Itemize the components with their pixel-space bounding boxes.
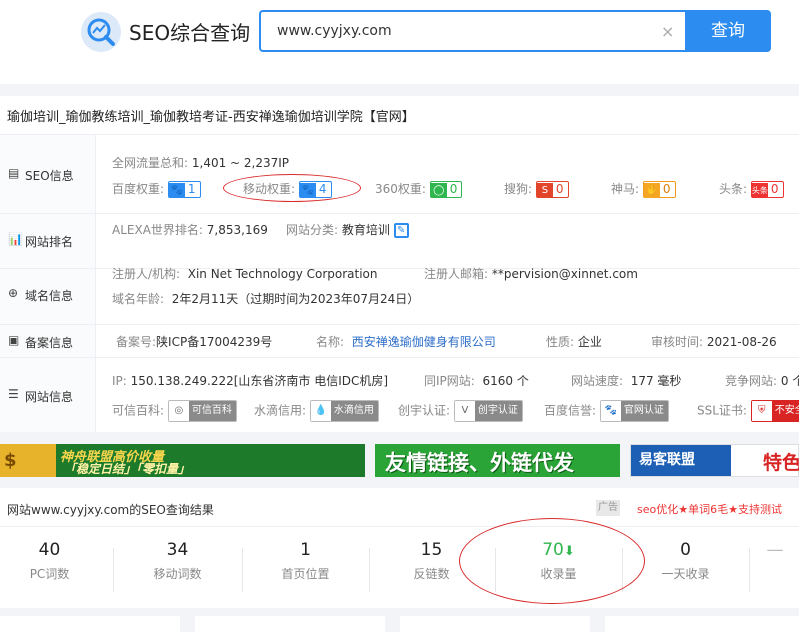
baidu-weight[interactable]: 百度权重: 🐾 1 [112,180,201,198]
shenma-weight[interactable]: 神马: ✋ 0 [611,180,676,198]
seal-icon: ◎ [168,401,189,421]
stat-mobile-words[interactable]: 34 移动词数 [116,540,239,582]
registrant-email: 注册人邮箱: **pervision@xinnet.com [424,267,638,281]
icp-nature: 性质: 企业 [546,335,602,349]
ad-banner-links[interactable]: 友情链接、外链代发 [375,444,620,477]
register-icon: ▣ [8,333,20,347]
www-icon: ⊕ [8,286,19,300]
kexin-badge: ◎ 可信百科 [167,400,237,422]
cert-shuidi[interactable]: 水滴信用: 💧 水滴信用 [254,400,379,422]
registrant: 注册人/机构: Xin Net Technology Corporation [112,267,378,281]
search-input-value: www.cyyjxy.com [277,23,392,39]
site-speed: 网站速度: 177 毫秒 [571,374,682,388]
divider [0,134,799,135]
logo-text: SEO综合查询 [129,21,251,45]
ad-tag: 广告 [596,500,620,516]
stat-pc-words[interactable]: 40 PC词数 [0,540,111,582]
shenma-badge: ✋ 0 [642,181,676,198]
ad-banner-yike[interactable]: 易客联盟 特色 [630,444,799,477]
shuidi-badge: 💧 水滴信用 [309,400,379,422]
paw-icon: 🐾 [600,401,621,421]
baidu-cert-badge: 🐾 官网认证 [599,400,669,422]
360-badge: ◯ 0 [429,181,463,198]
seo-info-heading: ▤ SEO信息 [0,135,96,213]
header: SEO综合查询 www.cyyjxy.com × 查询 [0,0,799,84]
next-section-preview [0,616,799,632]
icp-audit-time: 审核时间: 2021-08-26 [651,335,777,349]
chuangyu-badge: V 创宇认证 [453,400,523,422]
ranking-heading: 📊 网站排名 [0,214,96,268]
sogou-icon: S [536,183,553,198]
360-icon: ◯ [430,183,447,198]
stat-home-position[interactable]: 1 首页位置 [244,540,367,582]
ip-info: IP: 150.138.249.222[山东省济南市 电信IDC机房] [112,374,389,388]
traffic-total: 全网流量总和: 1,401 ~ 2,237IP [112,156,290,170]
domain-heading: ⊕ 域名信息 [0,269,96,324]
sogou-weight[interactable]: 搜狗: S0 [504,180,569,198]
baidu-paw-badge: 🐾 1 [167,181,201,198]
sogou-badge: S0 [535,181,569,198]
logo-icon [81,12,121,52]
drop-icon: 💧 [310,401,331,421]
yike-logo: 易客联盟 [631,445,731,476]
cert-ssl[interactable]: SSL证书: ⛨不安全 [697,400,799,422]
toutiao-badge: 头条 0 [750,181,784,198]
cert-kexin[interactable]: 可信百科: ◎ 可信百科 [112,400,237,422]
stat-more[interactable]: — [751,540,799,560]
bar-chart-icon: 📊 [8,232,23,246]
document-icon: ▤ [8,166,20,180]
annotation-circle-indexed [459,518,645,604]
website-heading: ☰ 网站信息 [0,358,96,432]
shield-icon: ⛨ [751,401,772,421]
coin-icon: $ [0,444,56,477]
toutiao-icon: 头条 [751,183,768,198]
ssl-badge: ⛨不安全 [750,400,799,422]
site-title: 瑜伽培训_瑜伽教练培训_瑜伽教培考证-西安禅逸瑜伽培训学院【官网】 [7,110,415,125]
same-ip-sites[interactable]: 同IP网站: 6160 个 [424,372,529,389]
edit-icon[interactable]: ✎ [393,223,409,238]
shenma-icon: ✋ [643,183,660,198]
icp-number: 备案号:陕ICP备17004239号 [116,335,273,349]
alexa-rank: ALEXA世界排名: 7,853,169 [112,223,268,237]
icp-heading: ▣ 备案信息 [0,325,96,357]
seo-results-panel: 网站www.cyyjxy.com的SEO查询结果 广告 seo优化★单词6毛★支… [0,488,799,608]
cert-baidu[interactable]: 百度信誉: 🐾 官网认证 [544,400,669,422]
icp-name-link[interactable]: 西安禅逸瑜伽健身有限公司 [352,335,496,349]
seo-info-card: 瑜伽培训_瑜伽教练培训_瑜伽教培考证-西安禅逸瑜伽培训学院【官网】 ▤ SEO信… [0,96,799,432]
toutiao-weight[interactable]: 头条: 头条 0 [719,180,784,198]
search-button[interactable]: 查询 [685,10,771,52]
cert-chuangyu[interactable]: 创宇认证: V 创宇认证 [398,400,523,422]
v-icon: V [454,401,475,421]
360-weight[interactable]: 360权重: ◯ 0 [375,180,463,198]
results-title: 网站www.cyyjxy.com的SEO查询结果 [7,503,214,517]
search-input[interactable]: www.cyyjxy.com × [259,10,686,52]
clear-icon[interactable]: × [661,22,674,41]
icp-name: 名称: 西安禅逸瑜伽健身有限公司 [316,335,496,349]
ad-banner-shenzhou[interactable]: $ 神舟联盟高价收量 「稳定日结」「零扣量」 [0,444,365,477]
paw-icon: 🐾 [168,183,185,198]
site-category: 网站分类: 教育培训 ✎ [286,221,409,238]
list-icon: ☰ [8,387,19,401]
results-ad-link[interactable]: seo优化★单词6毛★支持测试 [637,501,782,517]
annotation-circle-mobile [223,174,361,202]
domain-age: 域名年龄: 2年2月11天（过期时间为2023年07月24日） [112,292,420,306]
competing-sites[interactable]: 竞争网站: 0 个 [725,372,799,389]
